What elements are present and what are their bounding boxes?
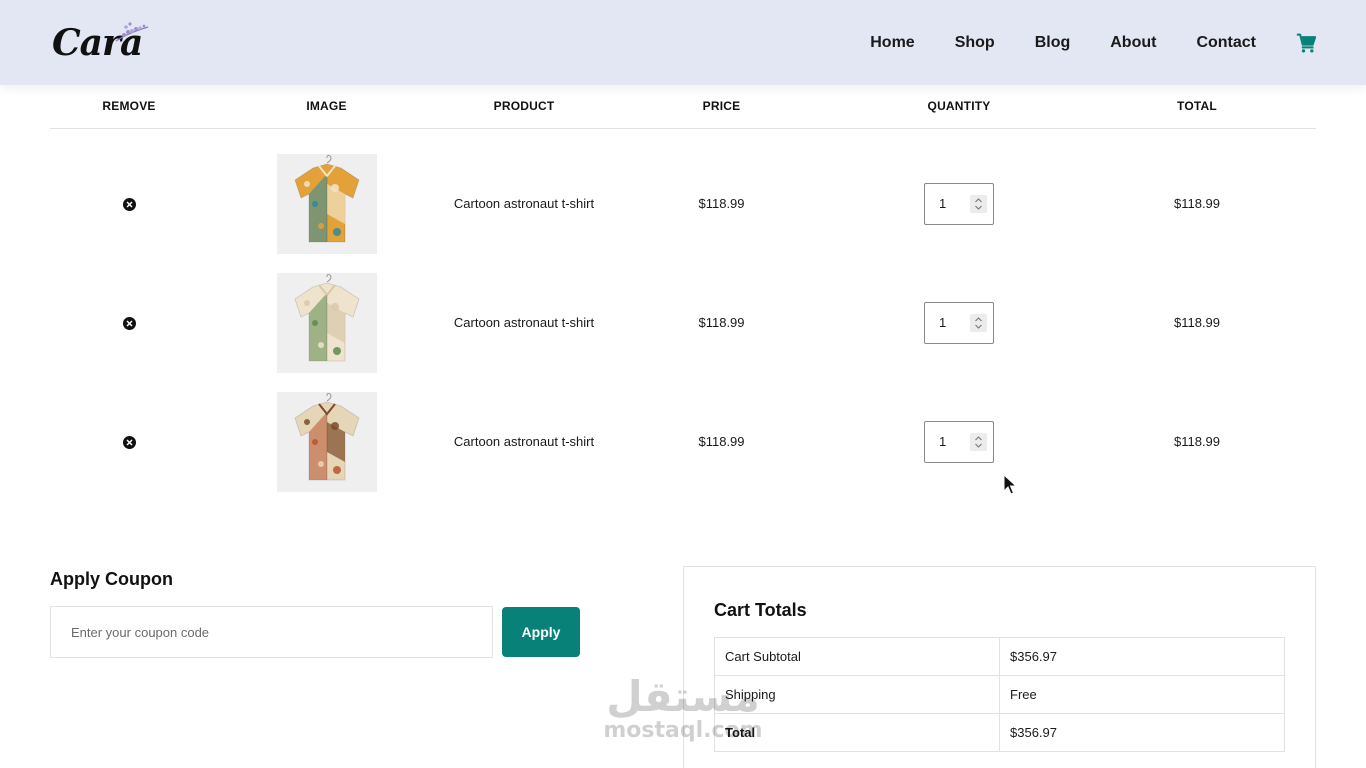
quantity-value: 1: [939, 315, 947, 330]
cart-totals-panel: Cart Totals Cart Subtotal $356.97 Shippi…: [683, 566, 1316, 768]
nav-shop[interactable]: Shop: [955, 34, 995, 52]
cart-totals-table: Cart Subtotal $356.97 Shipping Free Tota…: [714, 637, 1285, 752]
quantity-value: 1: [939, 434, 947, 449]
totals-value: $356.97: [999, 713, 1285, 752]
product-image[interactable]: [276, 391, 377, 492]
cart-totals-title: Cart Totals: [714, 600, 807, 620]
totals-label: Shipping: [714, 675, 1000, 714]
remove-icon[interactable]: [122, 436, 136, 449]
coupon-section: Apply Coupon Apply: [50, 568, 590, 658]
totals-label: Total: [714, 713, 1000, 752]
header-quantity: QUANTITY: [840, 85, 1078, 129]
quantity-value: 1: [939, 196, 947, 212]
product-price: $118.99: [698, 315, 745, 330]
product-subtotal: $118.99: [1173, 196, 1221, 212]
shopping-cart-icon[interactable]: [1296, 33, 1316, 53]
nav-home[interactable]: Home: [870, 34, 914, 52]
remove-icon[interactable]: [122, 198, 136, 212]
coupon-title: Apply Coupon: [50, 569, 173, 589]
totals-row: Cart Subtotal $356.97: [714, 637, 1285, 676]
lavender-sprig-icon: [115, 21, 149, 41]
quantity-input[interactable]: 1: [924, 301, 994, 344]
coupon-input[interactable]: [50, 606, 493, 658]
remove-icon[interactable]: [122, 317, 136, 330]
totals-value: Free: [999, 675, 1285, 714]
apply-coupon-button[interactable]: Apply: [502, 607, 580, 657]
totals-value: $356.97: [999, 637, 1285, 676]
nav-about[interactable]: About: [1110, 34, 1156, 52]
product-image[interactable]: [276, 153, 377, 254]
header-total: TOTAL: [1078, 85, 1316, 129]
site-header: Cara Home Shop Blog About Contact: [0, 0, 1366, 85]
product-name: Cartoon astronaut t-shirt: [453, 434, 595, 449]
main-nav: Home Shop Blog About Contact: [870, 0, 1316, 85]
product-image[interactable]: [276, 272, 377, 373]
totals-row: Shipping Free: [714, 675, 1285, 714]
product-name: Cartoon astronaut t-shirt: [453, 196, 595, 212]
quantity-input[interactable]: 1: [924, 182, 994, 225]
quantity-stepper[interactable]: [970, 194, 987, 213]
quantity-stepper[interactable]: [970, 313, 987, 332]
cart-row: Cartoon astronaut t-shirt $118.99 1 $118…: [50, 263, 1316, 382]
coupon-form: Apply: [50, 606, 590, 658]
header-price: PRICE: [603, 85, 840, 129]
quantity-input[interactable]: 1: [924, 420, 994, 463]
header-remove: REMOVE: [50, 85, 208, 129]
brand-logo[interactable]: Cara: [52, 21, 152, 65]
product-subtotal: $118.99: [1173, 315, 1221, 330]
product-price: $118.99: [698, 434, 745, 449]
quantity-stepper[interactable]: [970, 432, 987, 451]
product-name: Cartoon astronaut t-shirt: [453, 315, 595, 330]
cart-table: REMOVE IMAGE PRODUCT PRICE QUANTITY TOTA…: [50, 85, 1316, 501]
totals-row: Total $356.97: [714, 713, 1285, 752]
cart-row: Cartoon astronaut t-shirt $118.99 1 $118…: [50, 128, 1316, 263]
product-price: $118.99: [698, 196, 745, 212]
cart-header-row: REMOVE IMAGE PRODUCT PRICE QUANTITY TOTA…: [50, 85, 1316, 129]
product-subtotal: $118.99: [1173, 434, 1221, 449]
header-image: IMAGE: [208, 85, 445, 129]
cart-row: Cartoon astronaut t-shirt $118.99 1 $118…: [50, 382, 1316, 501]
totals-label: Cart Subtotal: [714, 637, 1000, 676]
nav-contact[interactable]: Contact: [1196, 34, 1256, 52]
nav-blog[interactable]: Blog: [1035, 34, 1071, 52]
header-product: PRODUCT: [445, 85, 603, 129]
